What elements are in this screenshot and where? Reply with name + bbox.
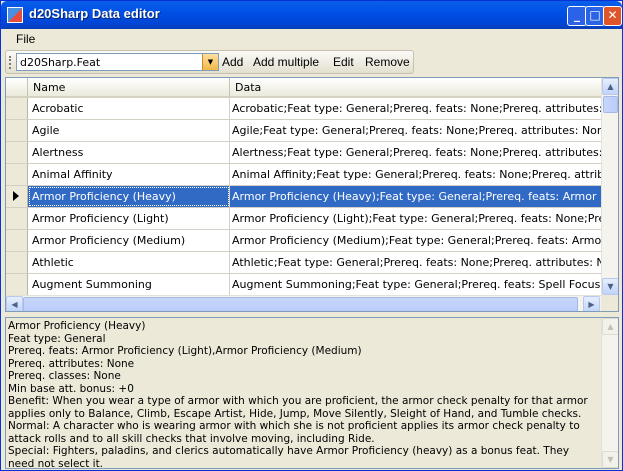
grid-horizontal-scrollbar[interactable]: ◀ ▶ [6,295,601,311]
row-header[interactable] [6,274,28,295]
add-button[interactable]: Add [222,55,243,69]
minimize-icon: _ [574,8,580,22]
cell-name[interactable]: Armor Proficiency (Heavy) [28,186,230,207]
menu-bar: File [5,30,619,48]
table-row[interactable]: Agile Agile;Feat type: General;Prereq. f… [6,120,601,142]
cell-data[interactable]: Armor Proficiency (Medium);Feat type: Ge… [230,230,601,251]
cell-data[interactable]: Athletic;Feat type: General;Prereq. feat… [230,252,601,273]
row-header[interactable] [6,142,28,163]
row-header[interactable] [6,98,28,119]
table-row[interactable]: Alertness Alertness;Feat type: General;P… [6,142,601,164]
table-row[interactable]: Armor Proficiency (Light) Armor Proficie… [6,208,601,230]
row-header[interactable] [6,186,28,207]
table-row[interactable]: Armor Proficiency (Medium) Armor Profici… [6,230,601,252]
row-header[interactable] [6,230,28,251]
grid-vertical-scroll-thumb[interactable] [603,96,618,113]
cell-data[interactable]: Animal Affinity;Feat type: General;Prere… [230,164,601,185]
row-pointer-icon [13,191,19,201]
grid-vertical-scrollbar[interactable]: ▲ ▼ [601,78,618,295]
row-header-corner[interactable] [6,78,28,98]
scrollbar-corner [601,295,618,311]
scroll-down-icon[interactable]: ▼ [602,451,618,468]
close-button[interactable]: ✕ [603,6,622,26]
cell-name[interactable]: Acrobatic [28,98,230,119]
menu-file[interactable]: File [16,32,35,46]
scroll-left-icon[interactable]: ◀ [6,296,23,311]
toolbar: d20Sharp.Feat ▼ Add Add multiple Edit Re… [5,50,414,74]
data-grid[interactable]: Name Data Acrobatic Acrobatic;Feat type:… [5,77,619,312]
remove-button[interactable]: Remove [365,55,410,69]
cell-name[interactable]: Athletic [28,252,230,273]
table-row-selected[interactable]: Armor Proficiency (Heavy) Armor Proficie… [6,186,601,208]
main-window: d20Sharp Data editor _ □ ✕ File d20Sharp… [0,0,623,471]
cell-data[interactable]: Armor Proficiency (Heavy);Feat type: Gen… [230,186,601,207]
window-title: d20Sharp Data editor [29,6,160,21]
details-textbox[interactable]: Armor Proficiency (Heavy) Feat type: Gen… [5,317,619,469]
toolbar-grip[interactable] [9,56,13,69]
scroll-up-icon[interactable]: ▲ [602,78,618,95]
app-icon[interactable] [7,7,23,23]
column-header-data-label: Data [235,81,262,94]
cell-name[interactable]: Agile [28,120,230,141]
cell-name[interactable]: Armor Proficiency (Medium) [28,230,230,251]
type-combobox-value: d20Sharp.Feat [20,56,101,69]
column-header-name[interactable]: Name [28,78,230,98]
cell-name[interactable]: Animal Affinity [28,164,230,185]
row-header[interactable] [6,120,28,141]
table-row[interactable]: Acrobatic Acrobatic;Feat type: General;P… [6,98,601,120]
add-multiple-button[interactable]: Add multiple [253,55,319,69]
type-combobox[interactable]: d20Sharp.Feat ▼ [16,53,219,71]
scroll-up-icon[interactable]: ▲ [602,318,618,335]
cell-data[interactable]: Agile;Feat type: General;Prereq. feats: … [230,120,601,141]
table-row[interactable]: Athletic Athletic;Feat type: General;Pre… [6,252,601,274]
minimize-button[interactable]: _ [567,6,587,26]
cell-data[interactable]: Augment Summoning;Feat type: General;Pre… [230,274,601,295]
maximize-icon: □ [589,8,601,22]
row-header[interactable] [6,208,28,229]
cell-name[interactable]: Augment Summoning [28,274,230,295]
column-header-name-label: Name [33,81,66,94]
row-header[interactable] [6,164,28,185]
cell-name[interactable]: Armor Proficiency (Light) [28,208,230,229]
details-text: Armor Proficiency (Heavy) Feat type: Gen… [8,320,588,469]
scroll-down-icon[interactable]: ▼ [602,278,618,295]
cell-data[interactable]: Acrobatic;Feat type: General;Prereq. fea… [230,98,601,119]
table-row[interactable]: Animal Affinity Animal Affinity;Feat typ… [6,164,601,186]
cell-name[interactable]: Alertness [28,142,230,163]
grid-horizontal-scroll-thumb[interactable] [23,297,578,311]
details-vertical-scrollbar[interactable]: ▲ ▼ [601,318,618,468]
maximize-button[interactable]: □ [585,6,605,26]
table-row[interactable]: Augment Summoning Augment Summoning;Feat… [6,274,601,296]
column-header-data[interactable]: Data [230,78,601,98]
chevron-down-icon[interactable]: ▼ [202,54,218,70]
close-icon: ✕ [607,8,618,22]
title-bar[interactable]: d20Sharp Data editor _ □ ✕ [1,1,622,29]
edit-button[interactable]: Edit [333,55,354,69]
row-header[interactable] [6,252,28,273]
scroll-right-icon[interactable]: ▶ [583,296,600,311]
cell-data[interactable]: Armor Proficiency (Light);Feat type: Gen… [230,208,601,229]
cell-data[interactable]: Alertness;Feat type: General;Prereq. fea… [230,142,601,163]
